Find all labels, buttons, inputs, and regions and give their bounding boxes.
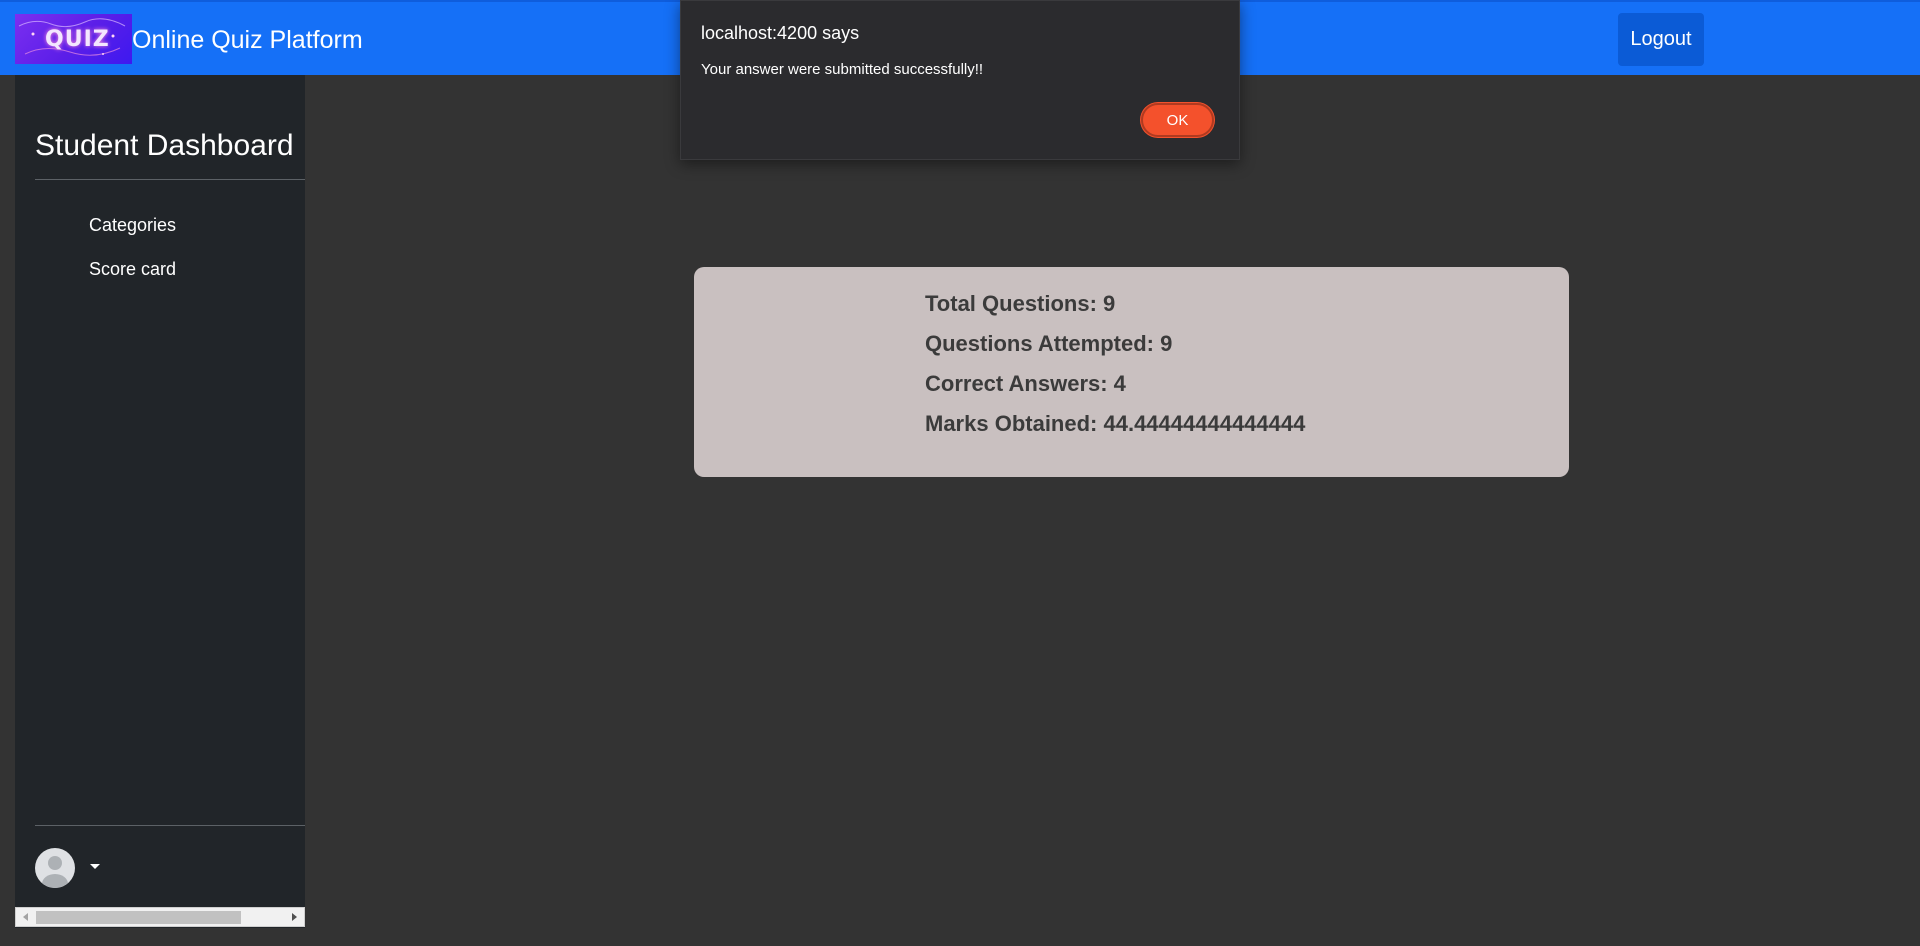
alert-title: localhost:4200 says [701, 23, 860, 43]
quiz-logo[interactable]: QUIZ [15, 14, 132, 64]
sidebar-bottom-divider [35, 825, 305, 826]
sidebar-horizontal-scrollbar[interactable] [15, 907, 305, 927]
alert-message: Your answer were submitted successfully!… [701, 61, 984, 78]
logo-text: QUIZ [45, 27, 110, 52]
scrollbar-thumb[interactable] [36, 911, 241, 924]
sidebar: Student Dashboard Categories Score card [15, 75, 305, 928]
sidebar-title: Student Dashboard [35, 129, 294, 162]
marks-obtained: Marks Obtained: 44.44444444444444 [925, 411, 1306, 436]
total-questions: Total Questions: 9 [925, 291, 1116, 316]
scroll-left-arrow-icon[interactable] [23, 913, 28, 921]
brand-title[interactable]: Online Quiz Platform [132, 26, 363, 55]
sidebar-item-categories[interactable]: Categories [89, 215, 176, 236]
sidebar-divider [35, 179, 305, 180]
alert-dialog: localhost:4200 says Your answer were sub… [680, 0, 1240, 160]
scroll-right-arrow-icon[interactable] [292, 913, 297, 921]
user-avatar-icon[interactable] [35, 848, 75, 888]
questions-attempted: Questions Attempted: 9 [925, 331, 1173, 356]
score-card: Total Questions: 9 Questions Attempted: … [694, 267, 1569, 477]
sidebar-item-score-card[interactable]: Score card [89, 259, 176, 280]
correct-answers: Correct Answers: 4 [925, 371, 1126, 396]
logout-button[interactable]: Logout [1618, 13, 1704, 66]
ok-button[interactable]: OK [1141, 103, 1214, 137]
caret-down-icon[interactable] [90, 864, 100, 869]
